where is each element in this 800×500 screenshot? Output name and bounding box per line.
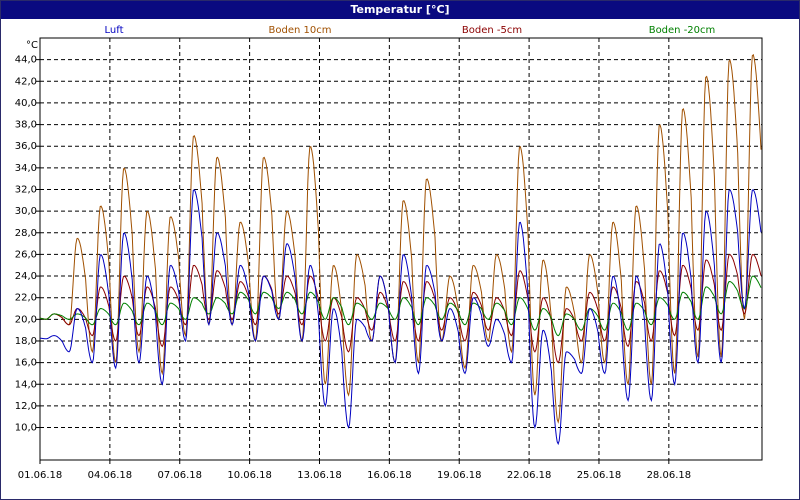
y-tick-label: 38,0 xyxy=(15,120,37,131)
y-tick-label: 16,0 xyxy=(15,358,37,369)
y-tick-label: 32,0 xyxy=(15,184,37,195)
y-tick-label: 44,0 xyxy=(15,55,37,66)
legend: Luft Boden 10cm Boden -5cm Boden -20cm xyxy=(105,25,716,36)
x-tick-label: 04.06.18 xyxy=(88,470,133,481)
x-axis: 01.06.18 04.06.18 07.06.18 10.06.18 13.06.18… xyxy=(18,460,691,481)
y-tick-label: 20,0 xyxy=(15,314,37,325)
legend-item: Boden 10cm xyxy=(269,25,332,36)
x-tick-label: 16.06.18 xyxy=(367,470,412,481)
y-tick-label: 14,0 xyxy=(15,379,37,390)
x-tick-label: 19.06.18 xyxy=(437,470,482,481)
y-tick-label: 12,0 xyxy=(15,401,37,412)
legend-item: Boden -20cm xyxy=(649,25,716,36)
y-tick-label: 40,0 xyxy=(15,98,37,109)
y-tick-label: 34,0 xyxy=(15,163,37,174)
legend-item: Luft xyxy=(105,25,124,36)
x-tick-label: 01.06.18 xyxy=(18,470,63,481)
x-tick-label: 22.06.18 xyxy=(507,470,552,481)
y-tick-label: 24,0 xyxy=(15,271,37,282)
y-tick-label: 22,0 xyxy=(15,293,37,304)
y-tick-label: 26,0 xyxy=(15,249,37,260)
x-tick-label: 07.06.18 xyxy=(157,470,202,481)
y-tick-label: 42,0 xyxy=(15,76,37,87)
y-axis: 10,0 12,0 14,0 16,0 18,0 20,0 22,0 24,0 26,0 28,0… xyxy=(15,55,40,434)
y-tick-label: 36,0 xyxy=(15,141,37,152)
y-axis-label: °C xyxy=(26,40,38,51)
legend-item: Boden -5cm xyxy=(462,25,522,36)
y-tick-label: 10,0 xyxy=(15,423,37,434)
x-tick-label: 28.06.18 xyxy=(647,470,692,481)
x-tick-label: 13.06.18 xyxy=(297,470,342,481)
temperature-chart: 10,0 12,0 14,0 16,0 18,0 20,0 22,0 24,0 26,0 28,0… xyxy=(15,25,763,481)
x-tick-label: 10.06.18 xyxy=(227,470,272,481)
x-tick-label: 25.06.18 xyxy=(577,470,622,481)
plot-area xyxy=(39,37,763,461)
y-tick-label: 28,0 xyxy=(15,228,37,239)
y-tick-label: 18,0 xyxy=(15,336,37,347)
y-tick-label: 30,0 xyxy=(15,206,37,217)
